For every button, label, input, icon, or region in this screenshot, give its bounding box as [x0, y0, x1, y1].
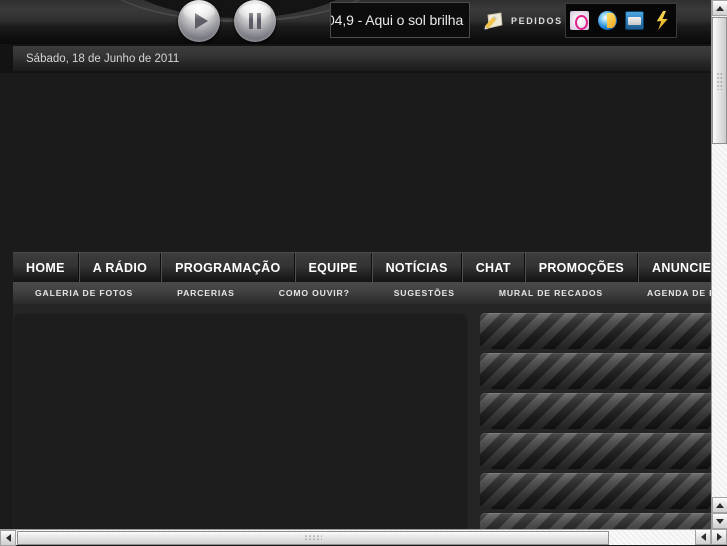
pedidos-button[interactable]: PEDIDOS: [484, 8, 563, 34]
chevron-down-icon: [716, 518, 724, 524]
chevron-right-icon: [716, 533, 722, 541]
nav-item-equipe[interactable]: EQUIPE: [294, 253, 372, 282]
chevron-left-icon-corner: [700, 533, 706, 541]
date-bar: Sábado, 18 de Junho de 2011: [13, 46, 711, 71]
content-area: [13, 304, 711, 529]
pause-button[interactable]: [234, 0, 276, 42]
nav-item-home[interactable]: HOME: [13, 253, 79, 282]
sidebar-panel: [480, 313, 711, 529]
orkut-icon[interactable]: [570, 11, 590, 30]
subnav-item-como-ouvir[interactable]: COMO OUVIR?: [257, 288, 372, 298]
subnav-item-parcerias[interactable]: PARCERIAS: [155, 288, 257, 298]
web-page-content: 04,9 - Aqui o sol brilha PEDIDOS Sábado,…: [0, 0, 711, 529]
nav-item-programa-o[interactable]: PROGRAMAÇÃO: [161, 253, 295, 282]
date-bar-container: Sábado, 18 de Junho de 2011: [0, 44, 711, 73]
scroll-up-button[interactable]: [712, 0, 727, 16]
sidebar-placeholder-block[interactable]: [480, 433, 711, 469]
play-button[interactable]: [178, 0, 220, 42]
radio-player-controls: [178, 0, 276, 42]
chevron-left-icon: [5, 534, 11, 542]
msn-messenger-icon[interactable]: [597, 11, 617, 30]
pedidos-label: PEDIDOS: [511, 16, 563, 26]
vertical-scroll-trough-lower[interactable]: [712, 144, 727, 497]
chevron-up-icon: [716, 5, 724, 11]
sidebar-placeholder-block[interactable]: [480, 473, 711, 509]
scroll-down-button[interactable]: [712, 513, 727, 529]
scroll-thumb-grip: [716, 71, 723, 90]
scroll-right-button[interactable]: [711, 529, 727, 545]
horizontal-scroll-thumb-grip: [304, 534, 322, 542]
nav-item-anuncie[interactable]: ANUNCIE: [638, 253, 711, 282]
horizontal-scroll-thumb[interactable]: [17, 531, 609, 545]
vertical-scroll-thumb[interactable]: [712, 17, 727, 144]
scrollbar-corner: [695, 529, 727, 545]
nav-item-chat[interactable]: CHAT: [461, 253, 525, 282]
lightning-bolt-icon[interactable]: [653, 11, 672, 30]
sidebar-placeholder-block[interactable]: [480, 513, 711, 529]
subnav-item-galeria-de-fotos[interactable]: GALERIA DE FOTOS: [13, 288, 155, 298]
sidebar-placeholder-block[interactable]: [480, 313, 711, 349]
social-icon-bar: [565, 3, 677, 38]
horizontal-scrollbar[interactable]: [0, 529, 711, 546]
nav-item-not-cias[interactable]: NOTÍCIAS: [371, 253, 462, 282]
vertical-scrollbar[interactable]: [711, 0, 727, 529]
secondary-navigation: GALERIA DE FOTOS PARCERIAS COMO OUVIR? SUGE…: [13, 282, 711, 304]
nav-item-promo-es[interactable]: PROMOÇÕES: [524, 253, 639, 282]
pause-icon: [249, 13, 261, 29]
subnav-item-agenda-de-eventos[interactable]: AGENDA DE EVENTOS: [625, 288, 711, 298]
now-playing-text: 04,9 - Aqui o sol brilha: [330, 12, 464, 28]
scroll-up-button-bottom[interactable]: [712, 497, 727, 513]
subnav-item-mural-de-recados[interactable]: MURAL DE RECADOS: [477, 288, 625, 298]
pencil-paper-icon: [484, 12, 503, 30]
main-navigation: HOME A RÁDIO PROGRAMAÇÃO EQUIPE NOTÍCIAS CHAT…: [13, 252, 711, 282]
site-header: 04,9 - Aqui o sol brilha PEDIDOS: [0, 0, 711, 44]
scroll-left-button-corner[interactable]: [695, 529, 711, 545]
nav-item-a-r-dio[interactable]: A RÁDIO: [78, 253, 162, 282]
banner-area: [0, 73, 711, 252]
scroll-left-button[interactable]: [0, 530, 16, 546]
subnav-item-sugest-es[interactable]: SUGESTÕES: [372, 288, 477, 298]
now-playing-display: 04,9 - Aqui o sol brilha: [330, 2, 470, 38]
sidebar-placeholder-block[interactable]: [480, 353, 711, 389]
current-date: Sábado, 18 de Junho de 2011: [26, 52, 180, 65]
email-icon[interactable]: [625, 11, 645, 30]
chevron-up-icon-bottom: [716, 502, 724, 508]
main-content-panel: [13, 313, 468, 529]
sidebar-placeholder-block[interactable]: [480, 393, 711, 429]
browser-viewport: 04,9 - Aqui o sol brilha PEDIDOS Sábado,…: [0, 0, 727, 546]
play-icon: [195, 13, 208, 29]
